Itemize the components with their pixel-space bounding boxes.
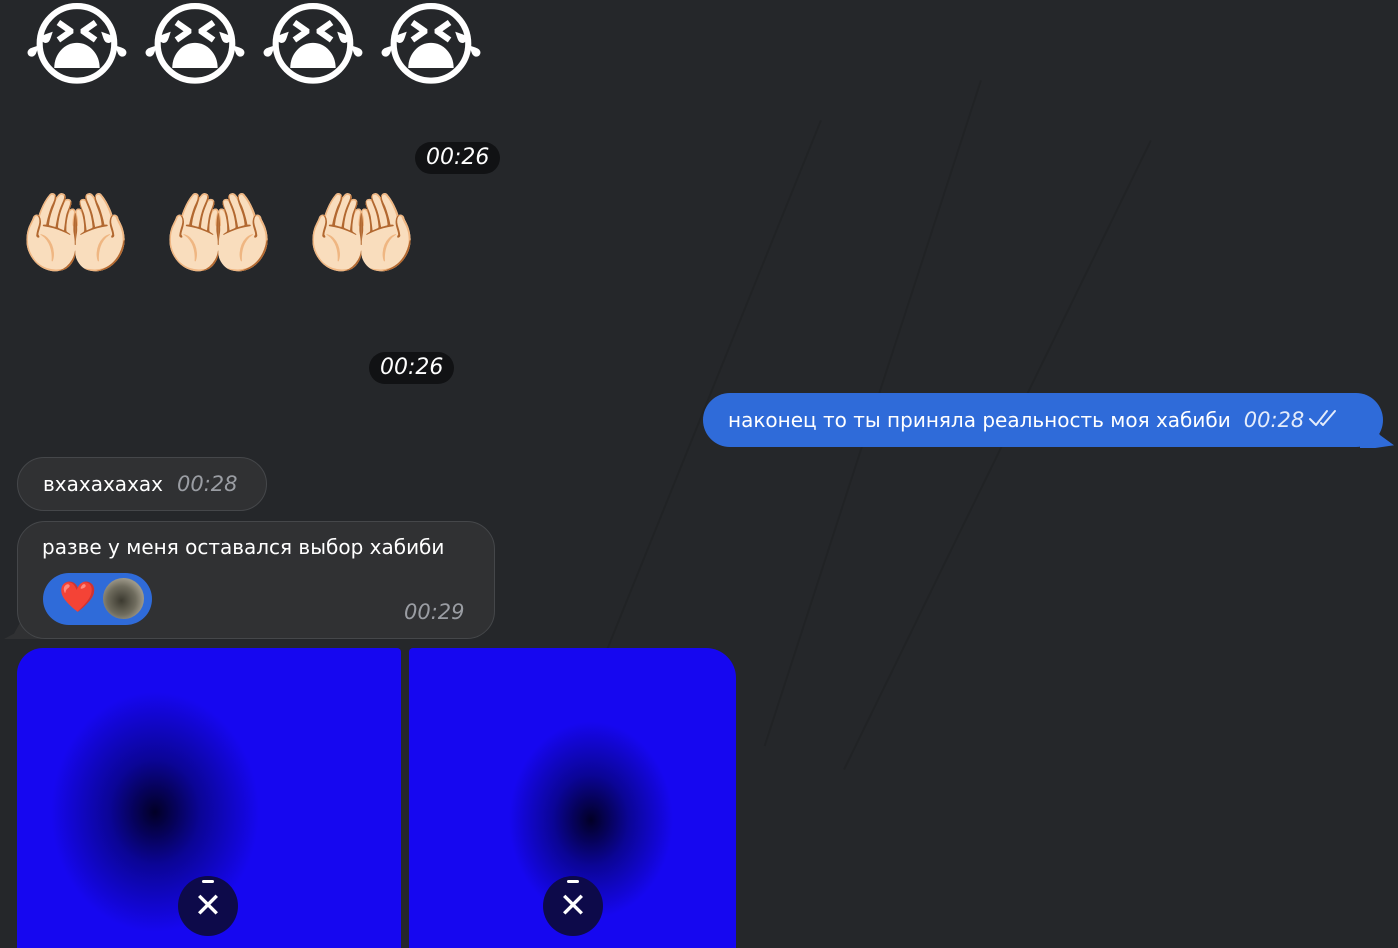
emoji-message-palms[interactable]: 🤲🏻 🤲🏻 🤲🏻 <box>18 188 447 280</box>
message-time: 00:29 <box>404 600 465 624</box>
background-streak <box>843 140 1152 771</box>
heart-icon: ❤️ <box>59 580 97 615</box>
incoming-message-bubble[interactable]: разве у меня оставался выбор хабиби ❤️ 0… <box>17 521 495 639</box>
loudly-crying-face-emoji: 😭 <box>141 0 249 99</box>
incoming-message-bubble[interactable]: вхахахахах 00:28 <box>17 457 267 511</box>
loudly-crying-face-emoji: 😭 <box>259 0 367 99</box>
progress-indicator <box>567 880 579 883</box>
message-text: наконец то ты приняла реальность моя хаб… <box>728 408 1231 432</box>
loudly-crying-face-emoji: 😭 <box>23 0 131 99</box>
message-text: разве у меня оставался выбор хабиби <box>42 535 445 559</box>
message-text: вхахахахах <box>43 472 163 496</box>
double-check-icon <box>1308 408 1340 433</box>
message-time: 00:28 <box>1243 408 1305 432</box>
loudly-crying-face-emoji: 😭 <box>377 0 485 99</box>
palms-up-together-emoji: 🤲🏻 <box>18 180 133 287</box>
progress-indicator <box>202 880 214 883</box>
avatar <box>103 578 144 619</box>
close-icon[interactable]: ✕ <box>178 876 238 936</box>
palms-up-together-emoji: 🤲🏻 <box>304 180 419 287</box>
emoji-message-crying[interactable]: 😭 😭 😭 😭 <box>18 0 490 92</box>
message-time: 00:26 <box>415 142 501 174</box>
message-time: 00:28 <box>177 472 238 496</box>
palms-up-together-emoji: 🤲🏻 <box>161 180 276 287</box>
media-thumbnail[interactable]: ✕ <box>17 648 401 948</box>
outgoing-message-bubble[interactable]: наконец то ты приняла реальность моя хаб… <box>703 393 1383 447</box>
message-time: 00:26 <box>369 352 455 384</box>
close-icon[interactable]: ✕ <box>543 876 603 936</box>
media-thumbnail[interactable]: ✕ <box>409 648 736 948</box>
message-reaction[interactable]: ❤️ <box>43 573 152 625</box>
